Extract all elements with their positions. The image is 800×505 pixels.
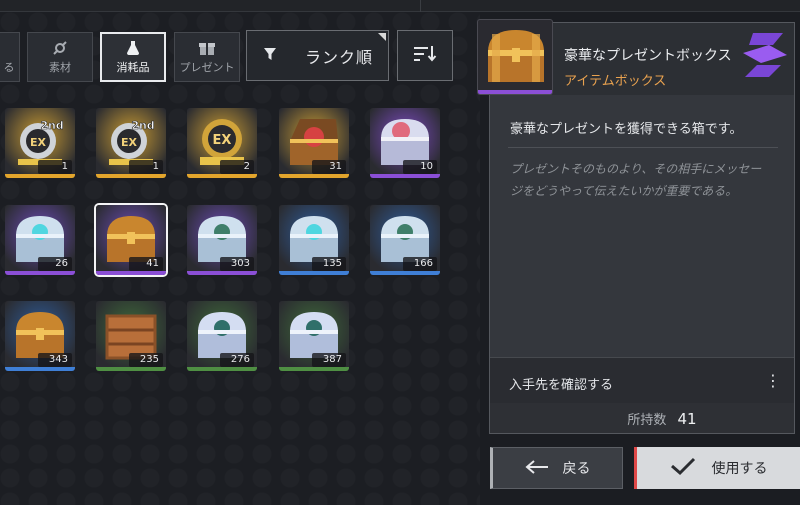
item-type: アイテムボックス	[564, 74, 667, 89]
gift-box-icon	[198, 40, 216, 56]
back-button[interactable]: 戻る	[490, 447, 623, 489]
description-divider	[508, 147, 778, 148]
inventory-item[interactable]: 10	[370, 108, 440, 178]
tab-presents-label: プレゼント	[179, 60, 235, 74]
sort-rank-button[interactable]: ランク順	[246, 30, 389, 81]
item-count: 166	[403, 257, 437, 271]
inventory-item[interactable]: EX 2	[187, 108, 257, 178]
quality-bar	[5, 271, 75, 275]
sort-descending-icon	[413, 44, 437, 68]
flask-icon	[124, 40, 142, 56]
acquisition-row[interactable]: 入手先を確認する ⋮	[490, 357, 794, 403]
item-count: 276	[220, 353, 254, 367]
quality-bar	[370, 271, 440, 275]
inventory-item[interactable]: 31	[279, 108, 349, 178]
item-count: 235	[129, 353, 163, 367]
quality-bar	[5, 367, 75, 371]
quality-bar	[96, 271, 166, 275]
quality-bar	[96, 174, 166, 178]
item-count: 26	[38, 257, 72, 271]
svg-text:2nd: 2nd	[131, 119, 154, 132]
tab-consumables-label: 消耗品	[116, 60, 150, 74]
item-count: 303	[220, 257, 254, 271]
use-button[interactable]: 使用する	[634, 447, 800, 489]
inventory-item[interactable]: 41	[94, 203, 168, 277]
sort-rank-label: ランク順	[305, 47, 374, 67]
detail-thumbnail	[477, 19, 553, 95]
gold-chest-icon	[488, 30, 544, 82]
arrow-left-icon	[524, 459, 549, 478]
inventory-item[interactable]: 235	[96, 301, 166, 371]
owned-count-row: 所持数 41	[490, 403, 794, 433]
top-status-strip	[0, 0, 800, 12]
inventory-item[interactable]: 343	[5, 301, 75, 371]
more-options-icon[interactable]: ⋮	[765, 371, 781, 390]
svg-text:EX: EX	[213, 133, 232, 148]
item-count: 1	[38, 160, 72, 174]
owned-value: 41	[677, 410, 697, 428]
quality-bar	[370, 174, 440, 178]
svg-text:2nd: 2nd	[40, 119, 63, 132]
sort-corner-marker	[378, 33, 386, 41]
item-name: 豪華なプレゼントボックス	[564, 48, 732, 64]
item-detail-panel: 豪華なプレゼントボックス アイテムボックス 豪華なプレゼントを獲得できる箱です。…	[477, 19, 795, 434]
item-count: 41	[129, 257, 163, 271]
quality-bar	[187, 174, 257, 178]
game-logo-icon	[739, 29, 791, 85]
quality-bar	[279, 271, 349, 275]
inventory-item[interactable]: 303	[187, 205, 257, 275]
quality-bar	[279, 367, 349, 371]
funnel-icon	[263, 46, 277, 65]
gear-tools-icon	[51, 40, 69, 56]
checkmark-icon	[670, 456, 696, 480]
inventory-item[interactable]: 276	[187, 301, 257, 371]
item-count: 1	[129, 160, 163, 174]
inventory-item[interactable]: 2nd EX 1	[5, 108, 75, 178]
back-button-label: 戻る	[562, 461, 591, 477]
tab-partial[interactable]: る	[0, 32, 20, 82]
item-count: 135	[312, 257, 346, 271]
acquisition-label: 入手先を確認する	[509, 378, 614, 393]
item-description: 豪華なプレゼントを獲得できる箱です。	[510, 122, 743, 137]
quality-bar	[5, 174, 75, 178]
inventory-item[interactable]: 2nd EX 1	[96, 108, 166, 178]
item-flavor-text: プレゼントそのものより、その相手にメッセージをどうやって伝えたいかが重要である。	[510, 162, 762, 198]
tab-presents[interactable]: プレゼント	[174, 32, 240, 82]
inventory-item[interactable]: 166	[370, 205, 440, 275]
quality-bar	[96, 367, 166, 371]
inventory-item[interactable]: 26	[5, 205, 75, 275]
tab-materials[interactable]: 素材	[27, 32, 93, 82]
tab-consumables[interactable]: 消耗品	[100, 32, 166, 82]
svg-text:EX: EX	[30, 136, 47, 149]
inventory-item[interactable]: 135	[279, 205, 349, 275]
tab-partial-label: る	[3, 61, 15, 74]
inventory-item[interactable]: 387	[279, 301, 349, 371]
item-count: 343	[38, 353, 72, 367]
sort-order-button[interactable]	[397, 30, 453, 81]
quality-bar	[187, 367, 257, 371]
tab-materials-label: 素材	[49, 60, 71, 74]
item-count: 31	[312, 160, 346, 174]
item-count: 10	[403, 160, 437, 174]
svg-text:EX: EX	[121, 136, 138, 149]
use-button-label: 使用する	[711, 461, 768, 477]
quality-bar	[187, 271, 257, 275]
item-count: 387	[312, 353, 346, 367]
item-count: 2	[220, 160, 254, 174]
quality-bar	[279, 174, 349, 178]
owned-label: 所持数	[627, 413, 667, 428]
detail-quality-bar	[478, 90, 552, 94]
